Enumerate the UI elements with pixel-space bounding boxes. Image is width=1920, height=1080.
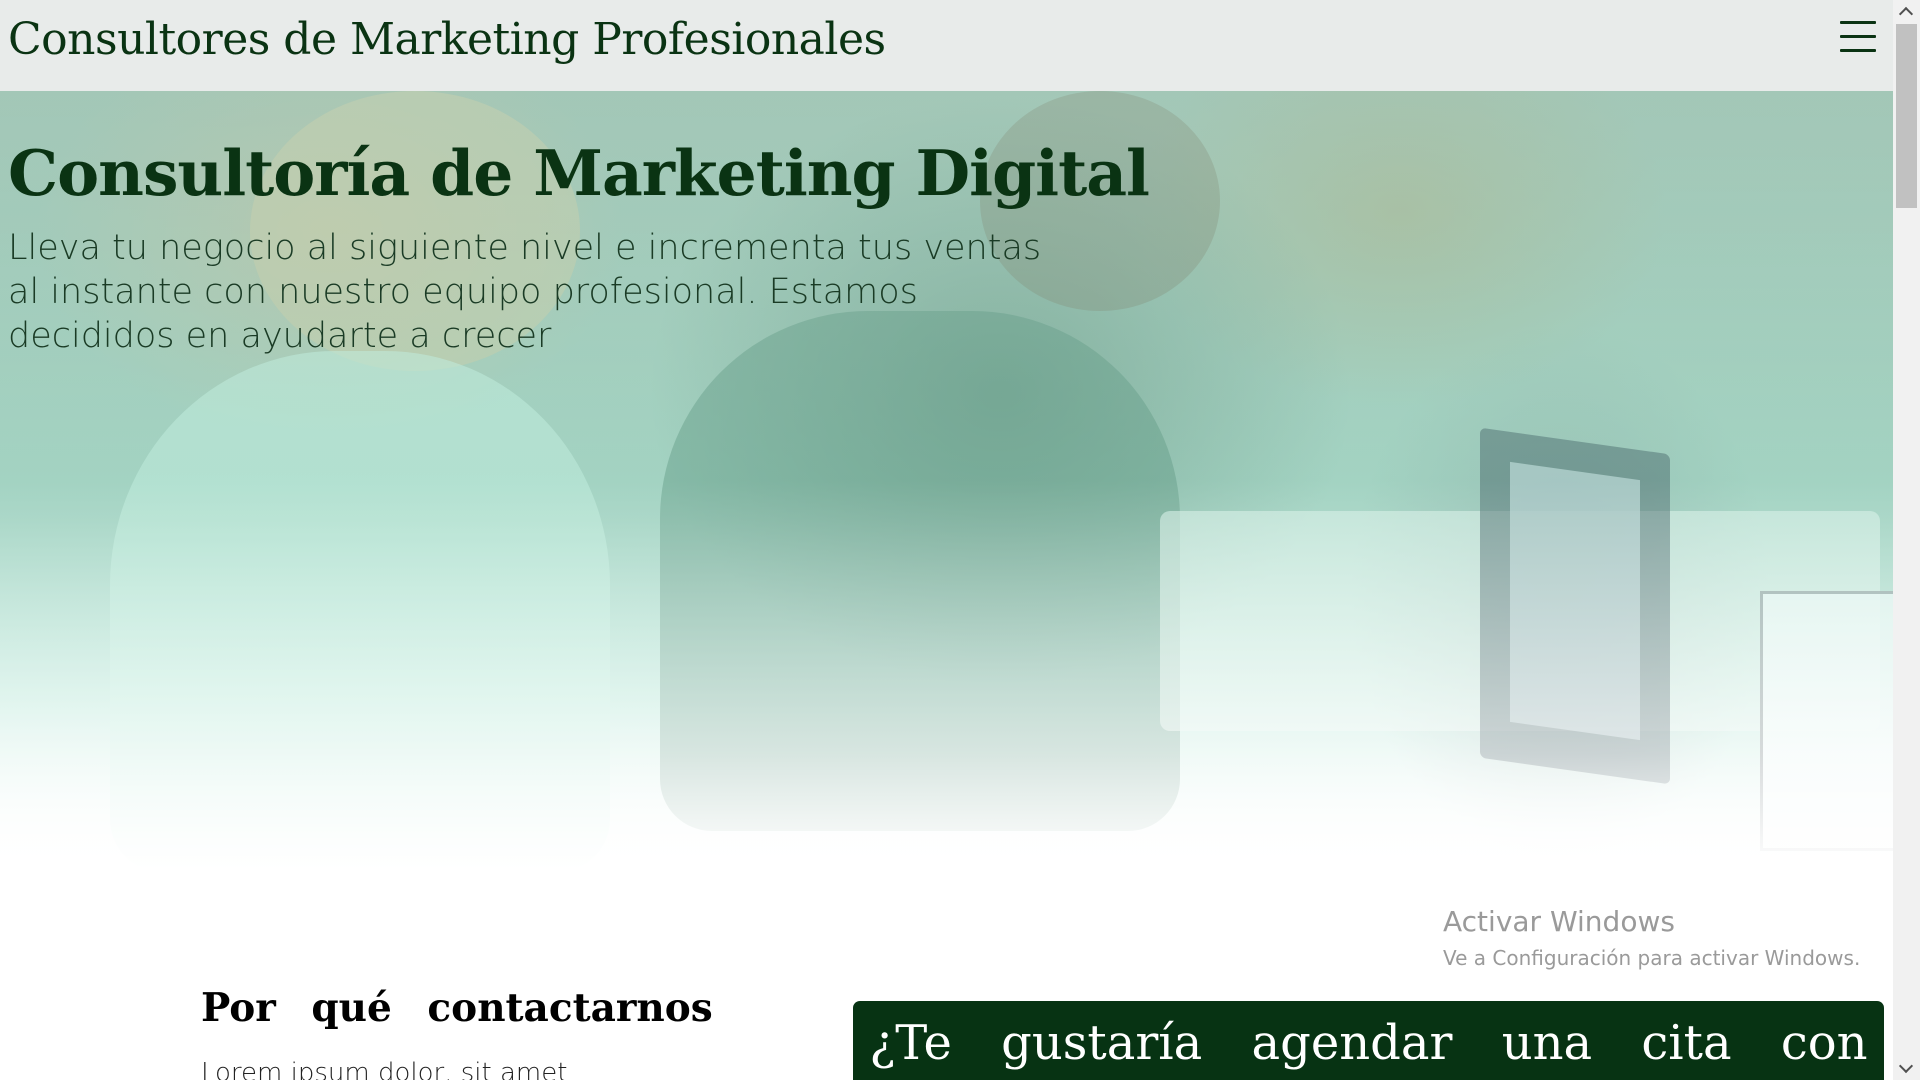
site-header: Consultores de Marketing Profesionales [0, 0, 1893, 91]
scrollbar-thumb[interactable] [1896, 24, 1917, 208]
hero-subtitle: Lleva tu negocio al siguiente nivel e in… [8, 228, 1042, 356]
hero-title: Consultoría de Marketing Digital [8, 136, 1150, 210]
menu-bar [1840, 21, 1876, 24]
cta-label: ¿Te gustaría agendar una cita con [869, 1015, 1868, 1071]
why-contact-text: Lorem ipsum dolor, sit amet [201, 1058, 568, 1080]
vertical-scrollbar[interactable] [1893, 0, 1920, 1080]
menu-bar [1840, 35, 1876, 38]
hamburger-menu-icon[interactable] [1838, 18, 1878, 56]
watermark-title: Activar Windows [1443, 905, 1675, 938]
hero-section: Consultoría de Marketing Digital Lleva t… [0, 91, 1893, 871]
scroll-up-arrow-icon[interactable] [1893, 0, 1920, 22]
appointment-cta-button[interactable]: ¿Te gustaría agendar una cita con [853, 1001, 1884, 1080]
page: Consultores de Marketing Profesionales C… [0, 0, 1893, 1080]
site-title[interactable]: Consultores de Marketing Profesionales [8, 14, 886, 65]
menu-bar [1840, 49, 1876, 52]
windows-activation-watermark: Activar Windows Ve a Configuración para … [1443, 905, 1860, 970]
why-contact-title: Por qué contactarnos [201, 985, 713, 1031]
scroll-down-arrow-icon[interactable] [1893, 1058, 1920, 1080]
watermark-subtitle: Ve a Configuración para activar Windows. [1443, 946, 1861, 970]
